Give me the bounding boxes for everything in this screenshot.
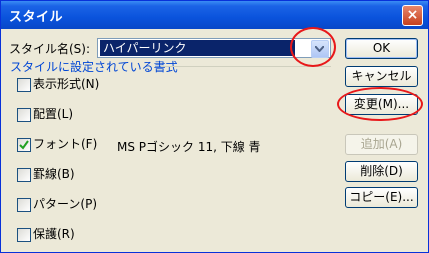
checkbox-label: 配置(L) [33, 107, 74, 121]
close-icon: × [406, 7, 419, 23]
delete-button[interactable]: 削除(D) [345, 161, 418, 182]
dialog-title: スタイル [9, 10, 64, 25]
checkbox-box[interactable] [17, 108, 31, 122]
font-description: MS Pゴシック 11, 下線 青 [117, 140, 261, 154]
checkbox-label: 保護(R) [33, 227, 75, 241]
style-dialog: スタイル × スタイル名(S): ハイパーリンク スタイルに設定されている書式 … [0, 0, 429, 253]
ok-button[interactable]: OK [345, 38, 418, 59]
checkbox-box[interactable] [17, 198, 31, 212]
format-section-label: スタイルに設定されている書式 [10, 60, 178, 74]
checkmark-icon [19, 140, 29, 150]
add-button: 追加(A) [345, 134, 418, 155]
copy-button[interactable]: コピー(E)... [345, 187, 418, 208]
style-name-value: ハイパーリンク [100, 40, 295, 56]
checkbox-label: 罫線(B) [33, 167, 75, 181]
checkbox-box[interactable] [17, 78, 31, 92]
checkbox-box[interactable] [17, 168, 31, 182]
annotation-circle-modify [337, 87, 423, 121]
title-bar[interactable]: スタイル × [1, 1, 428, 29]
checkbox-label: パターン(P) [33, 197, 97, 211]
checkbox-label: 表示形式(N) [33, 77, 100, 91]
checkbox-box[interactable] [17, 138, 31, 152]
checkbox-label: フォント(F) [33, 137, 98, 151]
close-button[interactable]: × [402, 5, 423, 26]
annotation-circle-dropdown [290, 27, 336, 67]
checkbox-box[interactable] [17, 228, 31, 242]
cancel-button[interactable]: キャンセル [345, 66, 418, 87]
style-name-label: スタイル名(S): [9, 42, 91, 56]
